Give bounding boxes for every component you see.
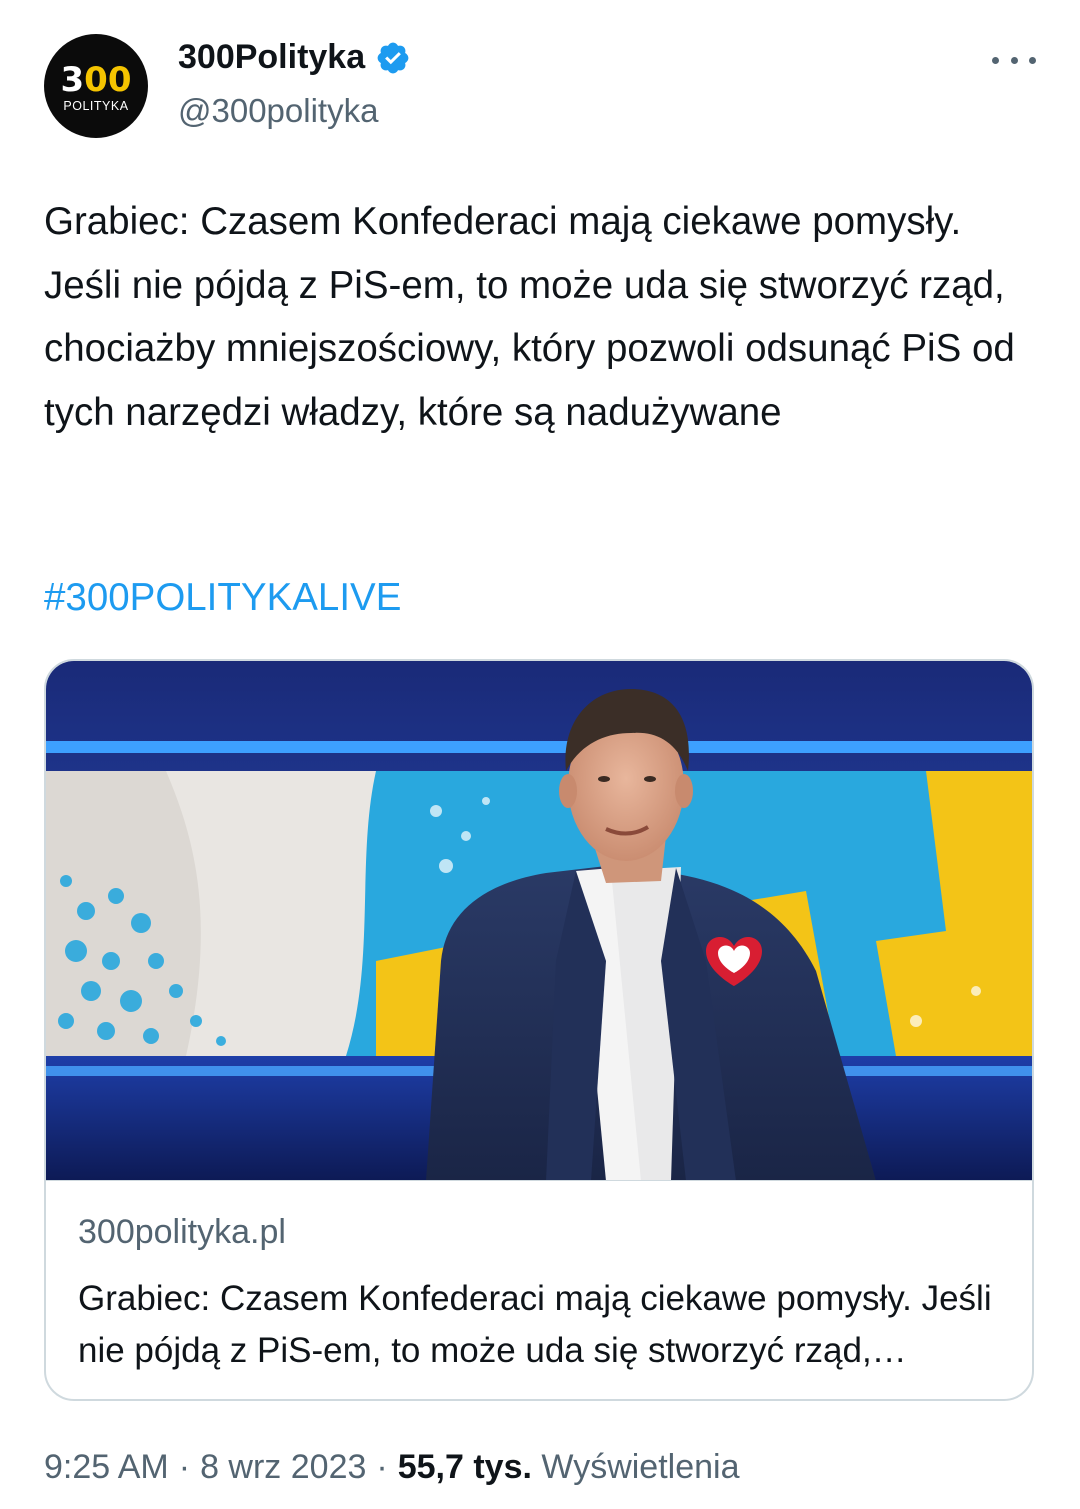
hashtag-link[interactable]: #300POLITYKALIVE [44, 568, 401, 628]
avatar-logo-subtext: POLITYKA [63, 99, 129, 113]
tweet-date[interactable]: 8 wrz 2023 [200, 1448, 366, 1487]
verified-badge-icon [377, 42, 409, 73]
meta-separator: · [376, 1448, 388, 1486]
tweet-time[interactable]: 9:25 AM [44, 1448, 169, 1487]
account-handle[interactable]: @300polityka [178, 92, 378, 130]
more-options-icon[interactable] [992, 50, 1036, 70]
views-count: 55,7 tys. [397, 1448, 532, 1486]
views-label: Wyświetlenia [541, 1448, 740, 1486]
card-title: Grabiec: Czasem Konfederaci mają ciekawe… [78, 1279, 992, 1370]
account-name[interactable]: 300Polityka [178, 38, 411, 77]
card-domain: 300polityka.pl [78, 1213, 286, 1251]
account-name-label: 300Polityka [178, 38, 366, 76]
avatar-logo-number: 300 [60, 60, 132, 100]
tweet-text: Grabiec: Czasem Konfederaci mają ciekawe… [44, 200, 1015, 434]
card-image [46, 661, 1032, 1181]
tweet-meta: 9:25 AM · 8 wrz 2023 · 55,7 tys. Wyświet… [44, 1448, 740, 1487]
meta-separator: · [178, 1448, 191, 1486]
avatar[interactable]: 300 POLITYKA [44, 34, 148, 138]
card-divider [46, 1180, 1032, 1181]
link-card[interactable]: 300polityka.pl Grabiec: Czasem Konfedera… [44, 659, 1034, 1401]
